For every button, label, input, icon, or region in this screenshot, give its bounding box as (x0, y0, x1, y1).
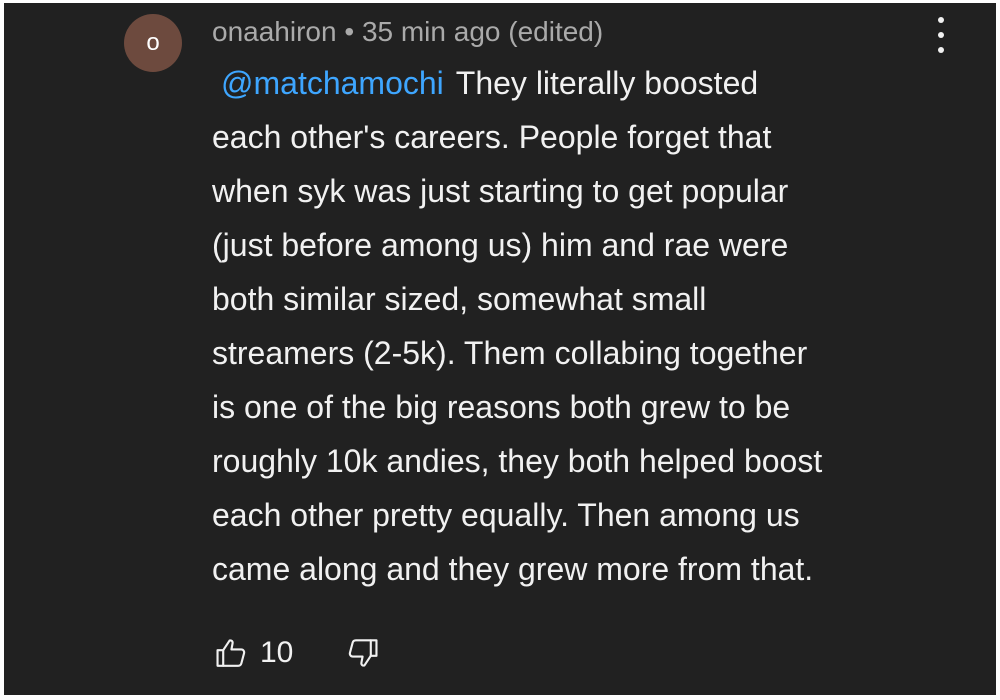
avatar[interactable]: o (124, 14, 182, 72)
avatar-letter: o (146, 29, 160, 56)
comment-timestamp[interactable]: 35 min ago (362, 16, 501, 47)
header-separator: • (344, 16, 355, 47)
like-button[interactable]: 10 (214, 636, 293, 670)
comment-header: onaahiron • 35 min ago (edited) (212, 13, 603, 51)
menu-dot (938, 17, 944, 23)
more-vert-icon[interactable] (926, 17, 956, 53)
thumb-down-icon (346, 636, 380, 670)
dislike-button[interactable] (346, 636, 380, 670)
comment-card: o onaahiron • 35 min ago (edited) @match… (4, 3, 996, 695)
menu-dot (938, 47, 944, 53)
edited-label: (edited) (508, 16, 604, 47)
comment-text: They literally boosted each other's care… (212, 65, 823, 587)
comment-actions: 10 (214, 631, 380, 675)
mention-link[interactable]: @matchamochi (221, 65, 444, 101)
thumb-up-icon (214, 636, 248, 670)
comment-body: @matchamochi They literally boosted each … (212, 56, 932, 596)
menu-dot (938, 32, 944, 38)
like-count: 10 (260, 636, 294, 669)
author-name[interactable]: onaahiron (212, 16, 337, 47)
